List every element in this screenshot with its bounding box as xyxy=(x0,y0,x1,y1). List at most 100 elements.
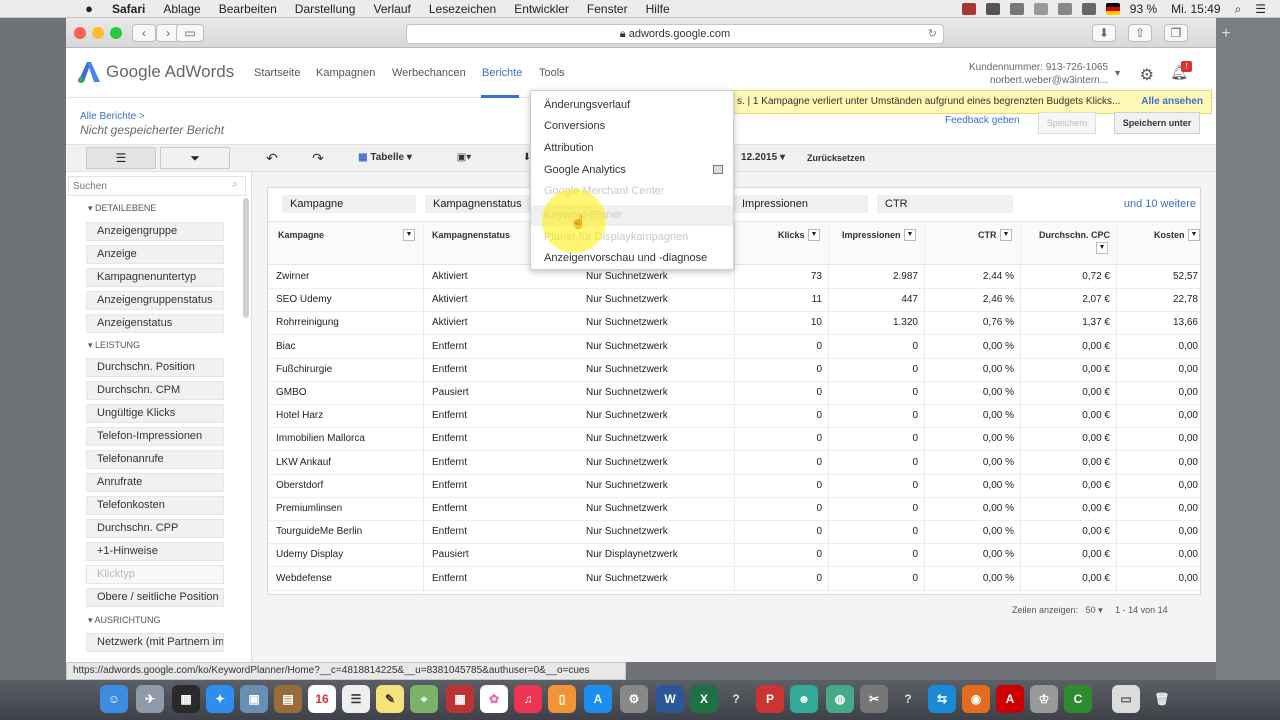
more-filters-link[interactable]: und 10 weitere xyxy=(1124,198,1196,210)
sidebar-item-ungueltige-klicks[interactable]: Ungültige Klicks xyxy=(86,404,224,423)
cell-kampagne[interactable]: Webdefense xyxy=(276,573,416,584)
share-button[interactable]: ⇧ xyxy=(1128,24,1152,42)
record-icon[interactable] xyxy=(961,3,976,15)
column-header-cpc[interactable]: Durchschn. CPC xyxy=(1039,230,1110,240)
sidebar-item-durchschn-cpp[interactable]: Durchschn. CPP xyxy=(86,519,224,538)
logo-text[interactable]: Google AdWords xyxy=(106,62,234,82)
nav-berichte[interactable]: Berichte xyxy=(482,67,522,79)
cell-kampagne[interactable]: Zwirner xyxy=(276,271,416,282)
feedback-link[interactable]: Feedback geben xyxy=(945,115,1020,126)
finder-icon[interactable]: ☺ xyxy=(100,685,128,713)
table-row[interactable]: SEO Udemy Aktiviert Nur Suchnetzwerk 11 447 2… xyxy=(268,289,1200,313)
system-preferences-icon[interactable]: ⚙ xyxy=(620,685,648,713)
nav-kampagnen[interactable]: Kampagnen xyxy=(316,67,375,79)
chevron-down-icon[interactable]: ▼ xyxy=(1000,229,1012,241)
chevron-down-icon[interactable]: ▼ xyxy=(1096,242,1108,254)
table-row[interactable]: Biac Entfernt Nur Suchnetzwerk 0 0 0,00 % 0,00… xyxy=(268,336,1200,359)
menu-item-aenderungsverlauf[interactable]: Änderungsverlauf xyxy=(531,95,733,116)
acrobat-icon[interactable]: A xyxy=(996,685,1024,713)
word-icon[interactable]: W xyxy=(656,685,684,713)
contacts-icon[interactable]: ▤ xyxy=(274,685,302,713)
cell-kampagne[interactable]: Oberstdorf xyxy=(276,480,416,491)
section-leistung[interactable]: LEISTUNG xyxy=(88,340,140,351)
section-detailebene[interactable]: DETAILEBENE xyxy=(88,203,156,214)
undo-icon[interactable]: ↶ xyxy=(262,147,282,169)
cell-kampagne[interactable]: Udemy Display xyxy=(276,549,416,560)
menu-lesezeichen[interactable]: Lesezeichen xyxy=(429,2,496,16)
teamviewer-icon[interactable]: ⇆ xyxy=(928,685,956,713)
table-row[interactable]: Udemy Display Pausiert Nur Displaynetzwerk… xyxy=(268,544,1200,568)
nav-startseite[interactable]: Startseite xyxy=(254,67,300,79)
timemachine-icon[interactable] xyxy=(1033,3,1048,15)
close-window-button[interactable] xyxy=(74,27,86,39)
notes-icon[interactable]: ✎ xyxy=(376,685,404,713)
nav-tools[interactable]: Tools xyxy=(539,67,565,79)
sidebar-item-anzeige[interactable]: Anzeige xyxy=(86,245,224,264)
chevron-down-icon[interactable]: ▾ xyxy=(1098,605,1103,615)
back-button[interactable]: ‹ xyxy=(132,24,156,42)
download-button[interactable]: ⬇ xyxy=(1092,24,1116,42)
breadcrumb-parent[interactable]: Alle Berichte > xyxy=(80,111,145,122)
menu-darstellung[interactable]: Darstellung xyxy=(295,2,356,16)
table-row[interactable]: Rohrreinigung Aktiviert Nur Suchnetzwerk 10… xyxy=(268,312,1200,336)
sidebar-scrollbar[interactable] xyxy=(243,198,249,318)
cell-kampagne[interactable]: LKW Ankauf xyxy=(276,457,416,468)
wifi-icon[interactable] xyxy=(1057,3,1072,15)
dropbox-icon[interactable] xyxy=(985,3,1000,15)
cell-kampagne[interactable]: TourguideMe Berlin xyxy=(276,526,416,537)
unknown-app-icon[interactable]: ? xyxy=(722,685,750,713)
sidebar-item-anrufrate[interactable]: Anrufrate xyxy=(86,473,224,492)
menu-item-anzeigenvorschau[interactable]: Anzeigenvorschau und -diagnose xyxy=(531,248,733,269)
page-size-dropdown[interactable]: 50 xyxy=(1086,605,1096,615)
menu-hilfe[interactable]: Hilfe xyxy=(646,2,670,16)
chevron-down-icon[interactable]: ▼ xyxy=(1113,68,1122,78)
sidebar-item-telefon-impressionen[interactable]: Telefon-Impressionen xyxy=(86,427,224,446)
menu-item-attribution[interactable]: Attribution xyxy=(531,138,733,159)
column-header-klicks[interactable]: Klicks xyxy=(778,230,805,240)
launchpad-icon[interactable]: ✈ xyxy=(136,685,164,713)
sidebar-item-kampagnenuntertyp[interactable]: Kampagnenuntertyp xyxy=(86,268,224,287)
table-row[interactable]: Fußchirurgie Entfernt Nur Suchnetzwerk 0 0 0,… xyxy=(268,359,1200,382)
cell-kampagne[interactable]: Fußchirurgie xyxy=(276,364,416,375)
table-row[interactable]: Premiumlinsen Entfernt Nur Suchnetzwerk 0 0 0… xyxy=(268,498,1200,521)
column-header-kampagnenstatus[interactable]: Kampagnenstatus xyxy=(432,230,510,240)
trash-icon[interactable]: 🗑︎ xyxy=(1148,685,1176,713)
minimize-window-button[interactable] xyxy=(92,27,104,39)
apple-icon[interactable]: ● xyxy=(80,1,98,16)
maps-icon[interactable]: ⌖ xyxy=(410,685,438,713)
clock[interactable]: Mi. 15:49 xyxy=(1171,2,1220,16)
chevron-down-icon[interactable]: ▼ xyxy=(808,229,820,241)
chevron-down-icon[interactable]: ▼ xyxy=(1188,229,1200,241)
sidebar-item-anzeigenstatus[interactable]: Anzeigenstatus xyxy=(86,314,224,333)
calendar-app-icon[interactable]: 16 xyxy=(308,685,336,713)
adwords-logo-icon[interactable] xyxy=(76,60,102,84)
filter-chip-ctr[interactable]: CTR xyxy=(877,195,1013,213)
unknown-app-icon[interactable]: ? xyxy=(894,685,922,713)
account-info[interactable]: Kundennummer: 913-726-1065 norbert.weber… xyxy=(969,61,1108,87)
preview-icon[interactable]: ▣ xyxy=(240,685,268,713)
menu-item-google-analytics[interactable]: Google Analytics xyxy=(531,160,733,181)
mission-control-icon[interactable]: ▦ xyxy=(172,685,200,713)
column-header-kampagne[interactable]: Kampagne xyxy=(278,230,324,240)
menu-fenster[interactable]: Fenster xyxy=(587,2,628,16)
table-row[interactable]: LKW Ankauf Entfernt Nur Suchnetzwerk 0 0 0,00… xyxy=(268,452,1200,475)
filter-chip-impressionen[interactable]: Impressionen xyxy=(734,195,868,213)
redo-icon[interactable]: ↷ xyxy=(308,147,328,169)
photo-booth-icon[interactable]: ▦ xyxy=(446,685,474,713)
table-row[interactable]: Hotel Harz Entfernt Nur Suchnetzwerk 0 0 0,00… xyxy=(268,405,1200,429)
volume-icon[interactable] xyxy=(1081,3,1096,15)
chevron-down-icon[interactable]: ▼ xyxy=(403,229,415,241)
table-row[interactable]: Immobilien Mallorca Entfernt Nur Suchnetzw… xyxy=(268,428,1200,452)
cell-kampagne[interactable]: GMBO xyxy=(276,387,416,398)
sidebar-item-telefonkosten[interactable]: Telefonkosten xyxy=(86,496,224,515)
menu-bearbeiten[interactable]: Bearbeiten xyxy=(219,2,277,16)
tools-app-icon[interactable]: ✂ xyxy=(860,685,888,713)
search-icon[interactable]: ⌕ xyxy=(232,179,238,190)
search-input[interactable] xyxy=(68,176,246,196)
nav-werbechancen[interactable]: Werbechancen xyxy=(392,67,466,79)
chevron-down-icon[interactable]: ▼ xyxy=(904,229,916,241)
itunes-icon[interactable]: ♫ xyxy=(514,685,542,713)
firefox-icon[interactable]: ◉ xyxy=(962,685,990,713)
new-tab-button[interactable]: + xyxy=(1216,24,1236,44)
cell-kampagne[interactable]: SEO Udemy xyxy=(276,294,416,305)
